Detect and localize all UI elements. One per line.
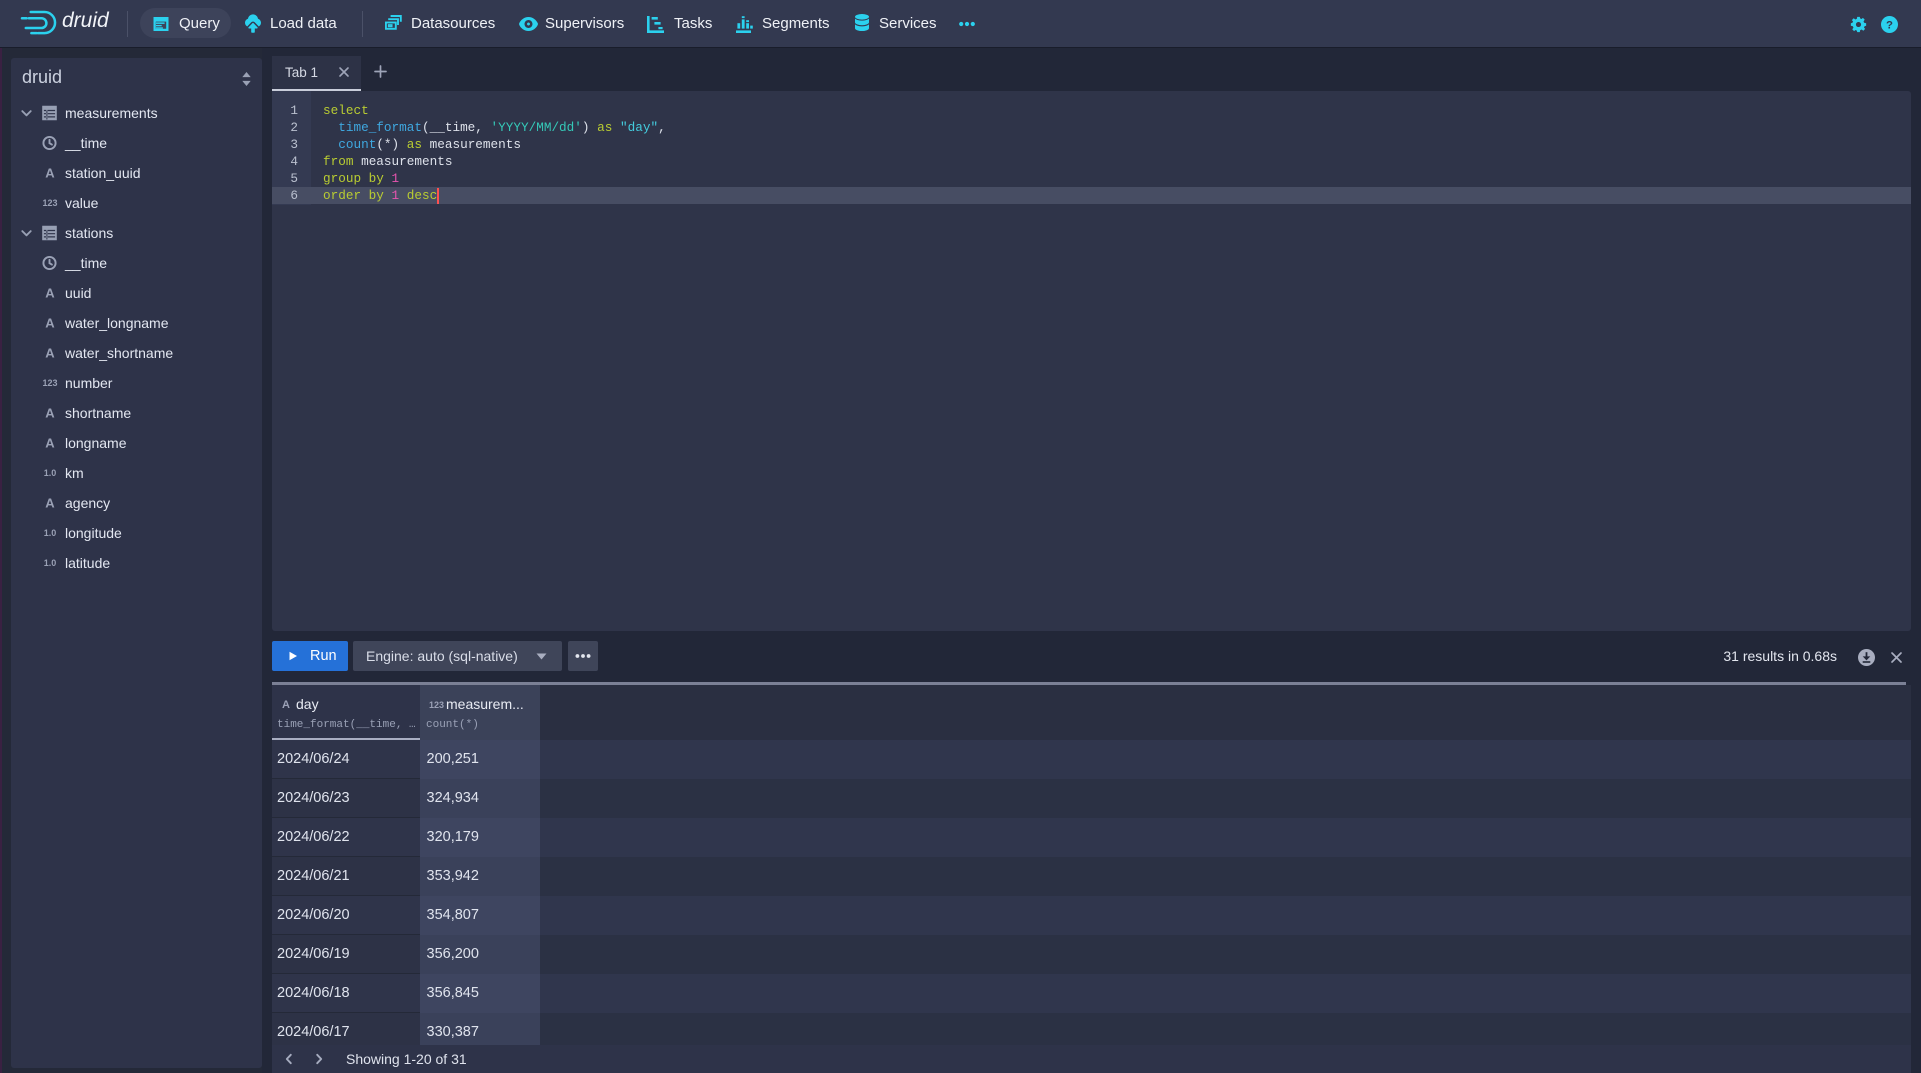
svg-text:?: ?: [1886, 20, 1893, 32]
